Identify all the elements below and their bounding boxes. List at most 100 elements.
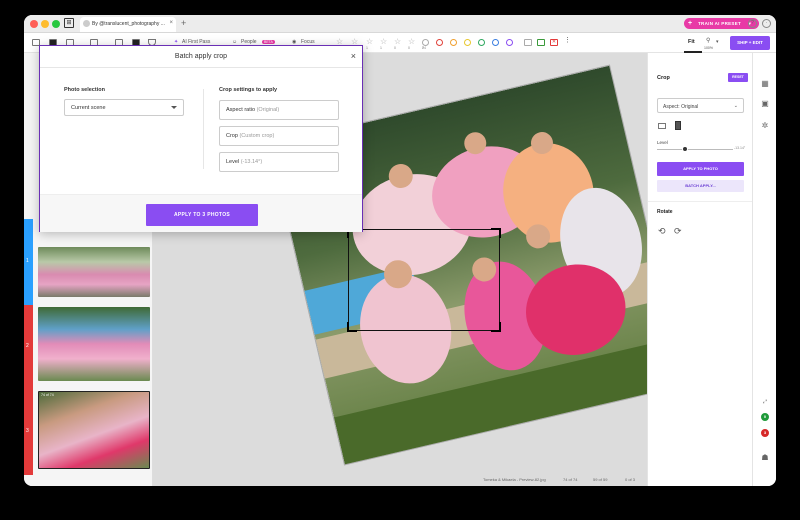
- purple-label-icon[interactable]: [506, 39, 513, 46]
- ship-edit-button[interactable]: SHIP + EDIT: [730, 36, 770, 50]
- star-icon[interactable]: ☆: [366, 37, 373, 46]
- yellow-label-icon[interactable]: [464, 39, 471, 46]
- pick-flag-icon[interactable]: [537, 39, 545, 46]
- red-badge[interactable]: 3: [761, 429, 769, 437]
- browser-titlebar: ⊞ By @translucent_photography ... × + + …: [24, 15, 776, 33]
- side-icon-bar: ▦ ▣ ✲ ⤢ 0 3 ☗: [752, 53, 776, 486]
- account-icon[interactable]: ·: [762, 19, 771, 28]
- beta-badge: BETA: [262, 40, 275, 44]
- crop-value: (Custom crop): [239, 133, 275, 139]
- crop-panel: Crop RESET Aspect: Original ⌄ Level -13.…: [647, 53, 753, 486]
- section-divider: [648, 201, 753, 202]
- star-count: 1: [380, 46, 382, 50]
- rotate-right-icon[interactable]: ⟳: [674, 226, 682, 237]
- zoom-level: 100%: [704, 46, 713, 50]
- photo-selection-select[interactable]: Current scene: [64, 99, 184, 116]
- thumbnail-1[interactable]: [38, 247, 150, 297]
- no-color-label-icon[interactable]: [422, 39, 429, 46]
- selected-count: 0 of 3: [625, 477, 636, 482]
- aspect-select[interactable]: Aspect: Original ⌄: [657, 98, 744, 113]
- dialog-footer: APPLY TO 3 PHOTOS: [40, 194, 362, 232]
- file-name: Tomeka & Mikaela - Preview-82.jpg: [483, 477, 546, 482]
- landscape-orientation-icon[interactable]: [658, 123, 666, 129]
- tab-title: By @translucent_photography ...: [92, 21, 165, 27]
- scene-number: 2: [26, 343, 29, 349]
- zoom-dropdown-icon[interactable]: ▾: [716, 39, 719, 45]
- batch-apply-crop-dialog: Batch apply crop × Photo selection Curre…: [39, 45, 363, 232]
- red-label-icon[interactable]: [436, 39, 443, 46]
- portrait-orientation-icon[interactable]: [675, 121, 681, 130]
- star-icon[interactable]: ☆: [380, 37, 387, 46]
- level-slider-handle[interactable]: [682, 146, 689, 152]
- aspect-ratio-option[interactable]: Aspect ratio (Original): [219, 100, 339, 120]
- crop-frame[interactable]: [347, 228, 501, 332]
- apply-to-photo-button[interactable]: APPLY TO PHOTO: [657, 162, 744, 176]
- zoom-icon[interactable]: ⚲: [706, 37, 710, 44]
- rotate-title: Rotate: [657, 209, 673, 215]
- level-option-value: (-13.14°): [240, 159, 263, 165]
- thumbnail-count: 74 of 74: [41, 393, 54, 397]
- crop-label: Crop: [226, 133, 238, 139]
- person-icon[interactable]: ☗: [760, 453, 770, 463]
- plus-icon: +: [688, 20, 693, 27]
- crop-option[interactable]: Crop (Custom crop): [219, 126, 339, 146]
- expand-icon[interactable]: ⤢: [760, 397, 770, 407]
- selective-edit-icon[interactable]: ✲: [760, 121, 770, 131]
- orange-label-icon[interactable]: [450, 39, 457, 46]
- blue-label-icon[interactable]: [492, 39, 499, 46]
- photo-selection-label: Photo selection: [64, 87, 105, 93]
- unflagged-icon[interactable]: [524, 39, 532, 46]
- crop-handle-bottom-left[interactable]: [347, 322, 357, 332]
- help-icon[interactable]: ?: [748, 19, 757, 28]
- star-count: 1: [366, 46, 368, 50]
- green-badge[interactable]: 0: [761, 413, 769, 421]
- star-icon[interactable]: ☆: [408, 37, 415, 46]
- minimize-window-button[interactable]: [41, 20, 49, 28]
- favicon-icon: [83, 20, 90, 27]
- apply-to-photos-button[interactable]: APPLY TO 3 PHOTOS: [146, 204, 258, 226]
- level-slider-track[interactable]: [657, 149, 733, 150]
- crop-handle-top-right[interactable]: [491, 228, 501, 238]
- star-count: 0: [394, 46, 396, 50]
- dialog-title: Batch apply crop: [174, 53, 228, 60]
- rotate-left-icon[interactable]: ⟲: [658, 226, 666, 237]
- tab-close-icon[interactable]: ×: [169, 20, 173, 26]
- star-count: 0: [408, 46, 410, 50]
- dialog-header: Batch apply crop ×: [40, 46, 362, 68]
- visible-count: 59 of 59: [593, 477, 608, 482]
- close-icon[interactable]: ×: [351, 51, 356, 61]
- level-option-label: Level: [226, 159, 240, 165]
- photo-position: 74 of 74: [563, 477, 578, 482]
- dialog-divider: [203, 89, 204, 169]
- crop-handle-bottom-right[interactable]: [491, 322, 501, 332]
- batch-apply-button[interactable]: BATCH APPLY...: [657, 180, 744, 192]
- crop-panel-title: Crop: [657, 75, 670, 81]
- image-icon[interactable]: ▣: [760, 99, 770, 109]
- level-value: -13.14°: [734, 146, 746, 150]
- fit-tab[interactable]: Fit: [688, 39, 695, 45]
- close-window-button[interactable]: [30, 20, 38, 28]
- status-bar: Tomeka & Mikaela - Preview-82.jpg 74 of …: [153, 477, 647, 486]
- level-label: Level: [657, 140, 668, 145]
- aspect-value: Aspect: Original: [663, 104, 699, 110]
- maximize-window-button[interactable]: [52, 20, 60, 28]
- browser-tab[interactable]: By @translucent_photography ... ×: [80, 17, 176, 32]
- grid-icon[interactable]: ▦: [760, 79, 770, 89]
- label-count: 74: [422, 46, 426, 50]
- chevron-down-icon: ⌄: [733, 103, 738, 109]
- scene-number: 1: [26, 258, 29, 264]
- aspect-ratio-label: Aspect ratio: [226, 107, 256, 113]
- thumbnail-2[interactable]: [38, 307, 150, 381]
- thumbnail-3-selected[interactable]: 74 of 74: [38, 391, 150, 469]
- photo-selection-value: Current scene: [71, 105, 106, 111]
- reset-button[interactable]: RESET: [728, 73, 748, 82]
- level-option[interactable]: Level (-13.14°): [219, 152, 339, 172]
- star-icon[interactable]: ☆: [394, 37, 401, 46]
- train-ai-preset-label: TRAIN AI PRESET: [698, 21, 742, 26]
- app-window: ⊞ By @translucent_photography ... × + + …: [24, 15, 776, 486]
- green-label-icon[interactable]: [478, 39, 485, 46]
- app-logo-icon: ⊞: [64, 18, 74, 28]
- reject-flag-icon[interactable]: ✕: [550, 39, 558, 46]
- more-options-icon[interactable]: ⋮: [564, 36, 571, 44]
- new-tab-button[interactable]: +: [181, 18, 186, 28]
